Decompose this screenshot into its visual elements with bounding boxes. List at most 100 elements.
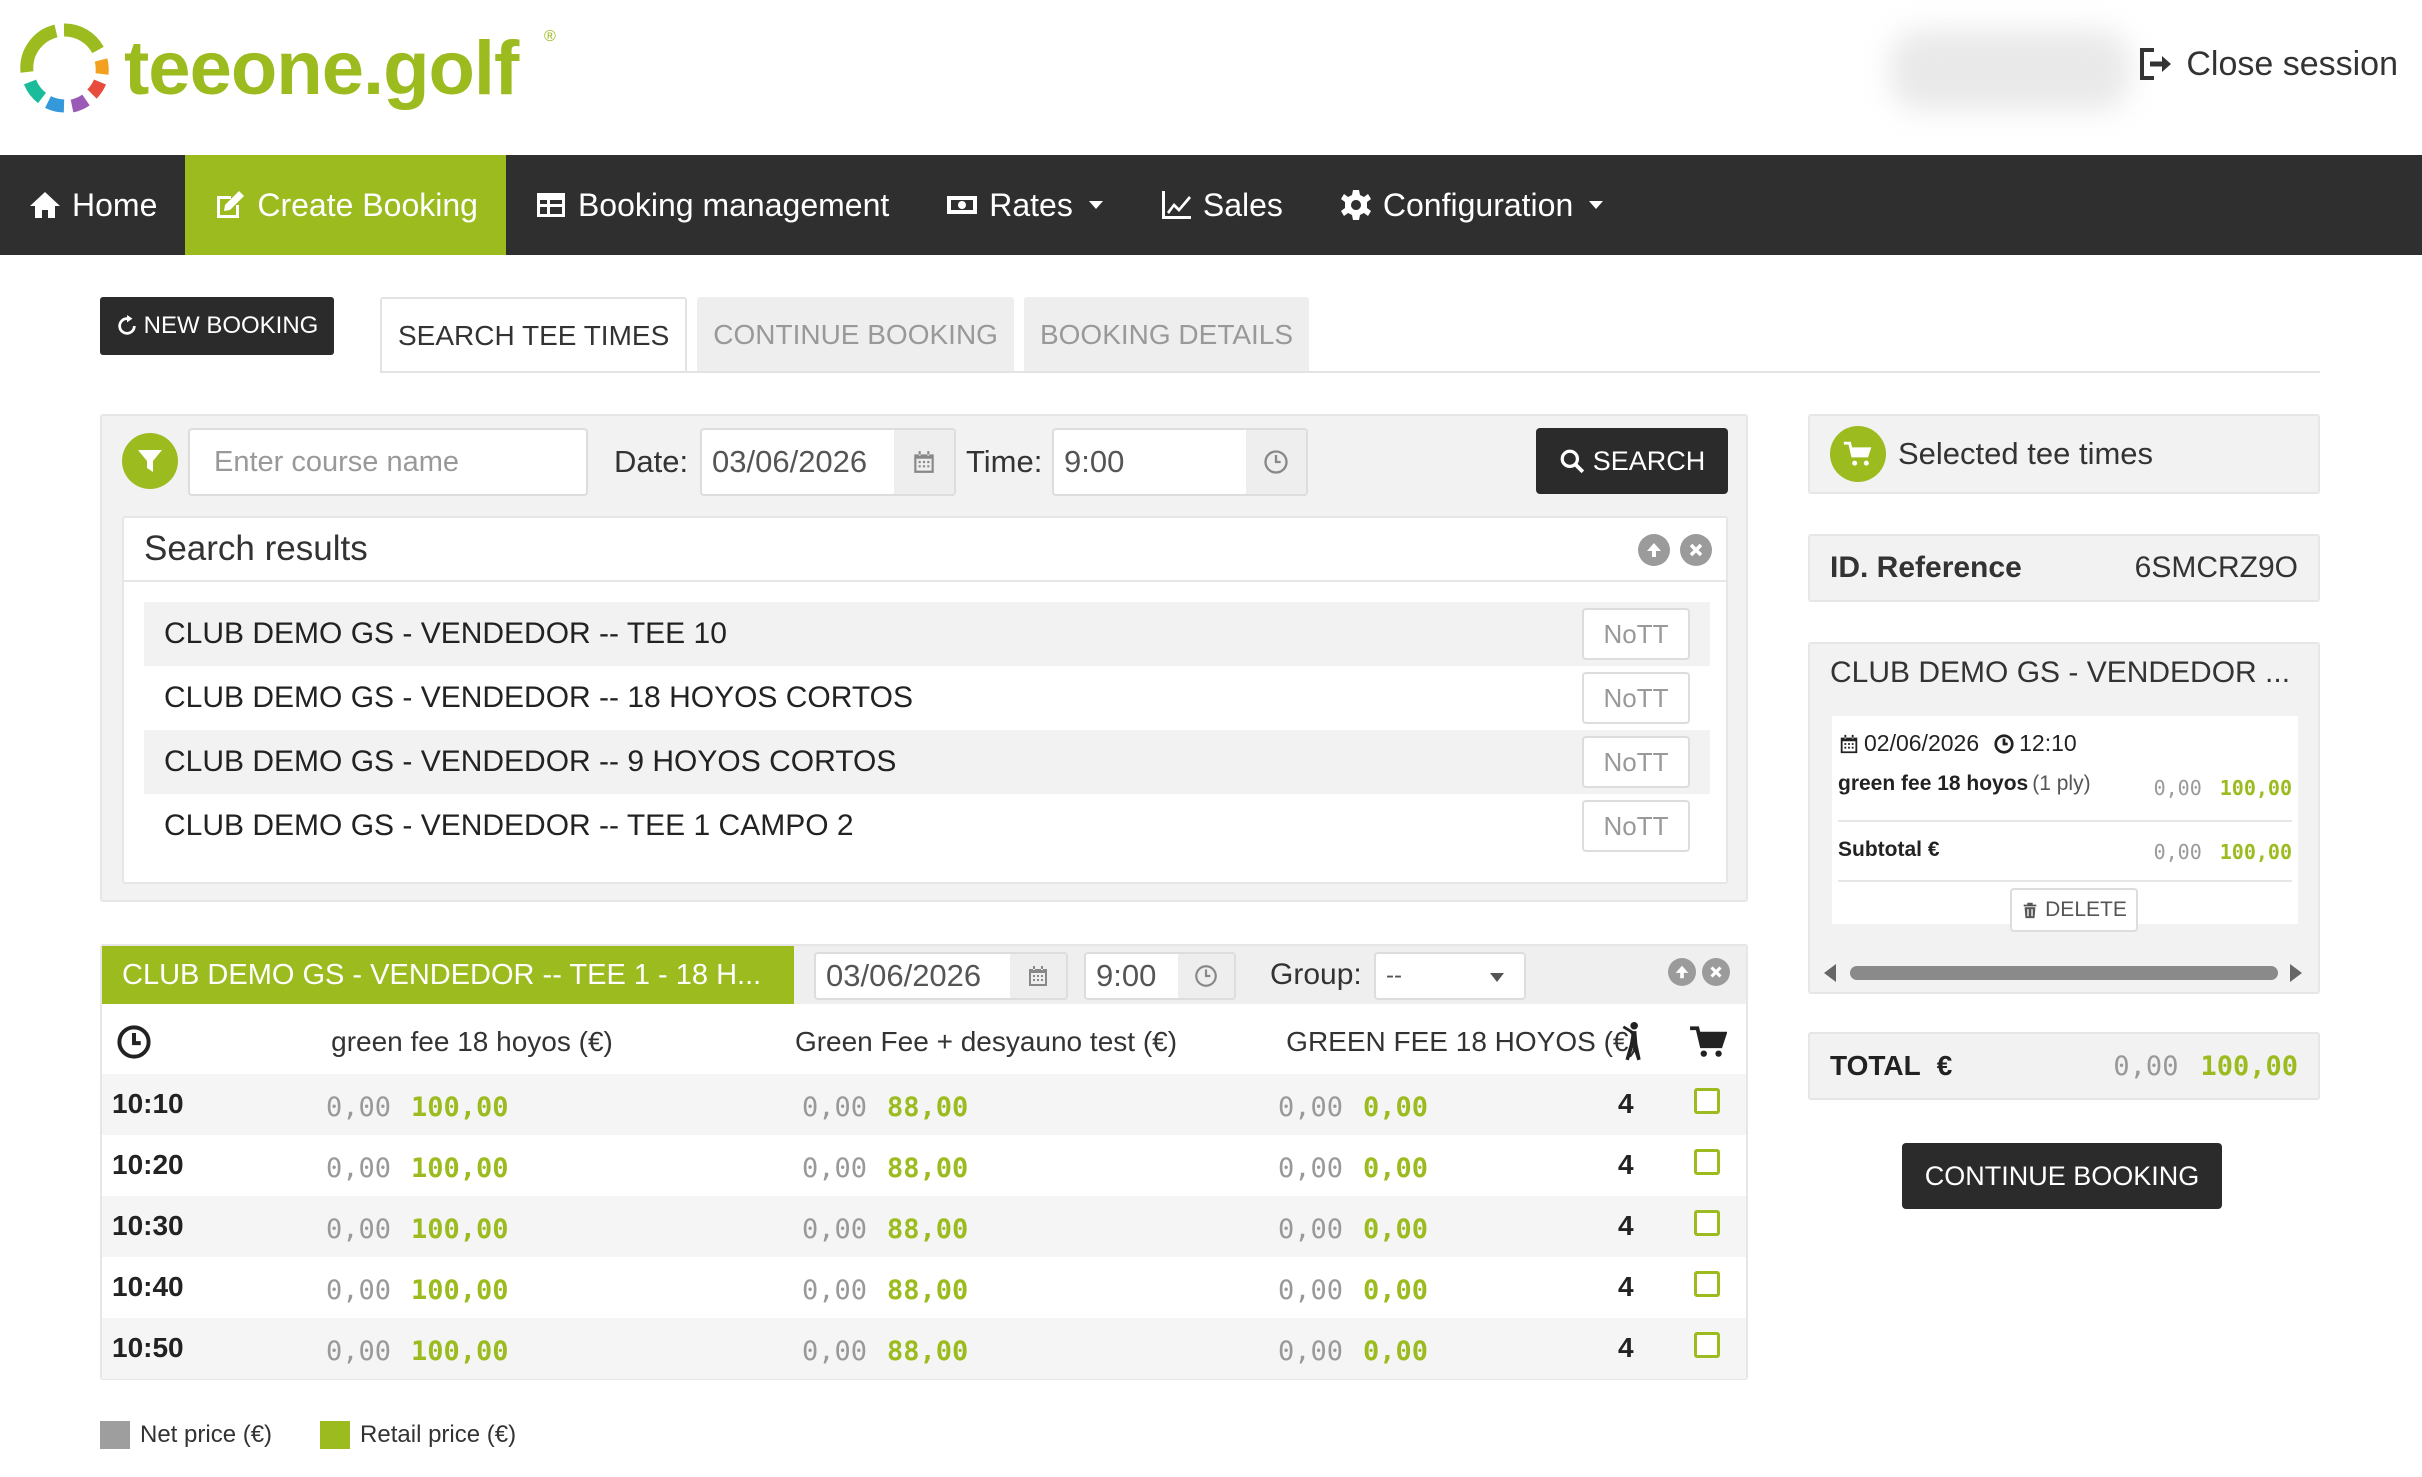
- price-cell[interactable]: 0,00 100,00: [326, 1214, 509, 1245]
- scroll-right-icon[interactable]: [2290, 964, 2302, 982]
- collapse-button[interactable]: [1668, 958, 1696, 986]
- date-picker-button[interactable]: [894, 428, 956, 496]
- continue-booking-button[interactable]: CONTINUE BOOKING: [1902, 1143, 2222, 1209]
- chevron-down-icon: [1490, 973, 1504, 982]
- nav-sales[interactable]: Sales: [1131, 155, 1311, 255]
- result-row[interactable]: CLUB DEMO GS - VENDEDOR -- TEE 1 CAMPO 2…: [144, 794, 1710, 858]
- selected-item-price: 0,00 100,00: [2154, 776, 2292, 800]
- course-name-input[interactable]: Enter course name: [188, 428, 588, 496]
- result-row[interactable]: CLUB DEMO GS - VENDEDOR -- TEE 10 NoTT: [144, 602, 1710, 666]
- price-cell[interactable]: 0,00 88,00: [802, 1336, 968, 1367]
- arrow-up-icon: [1675, 965, 1689, 979]
- selected-tee-times-title: Selected tee times: [1898, 436, 2154, 471]
- cart-icon: [1843, 441, 1872, 466]
- group-select[interactable]: --: [1374, 952, 1526, 1000]
- price-cell[interactable]: 0,00 0,00: [1278, 1336, 1428, 1367]
- retail-price: 0,00: [1363, 1153, 1429, 1184]
- no-tee-times-badge[interactable]: NoTT: [1582, 800, 1690, 852]
- price-cell[interactable]: 0,00 100,00: [326, 1092, 509, 1123]
- scrollbar-thumb[interactable]: [1850, 966, 2278, 980]
- tee-times-course-title[interactable]: CLUB DEMO GS - VENDEDOR -- TEE 1 - 18 H.…: [102, 946, 794, 1004]
- price-cell[interactable]: 0,00 88,00: [802, 1153, 968, 1184]
- no-tee-times-badge[interactable]: NoTT: [1582, 608, 1690, 660]
- net-price: 0,00: [326, 1092, 392, 1123]
- result-row[interactable]: CLUB DEMO GS - VENDEDOR -- 18 HOYOS CORT…: [144, 666, 1710, 730]
- chevron-down-icon: [1088, 201, 1103, 209]
- registered-mark: ®: [544, 28, 556, 45]
- price-cell[interactable]: 0,00 88,00: [802, 1092, 968, 1123]
- tee-date-picker-button[interactable]: [1010, 952, 1068, 1000]
- tee-time-row[interactable]: 10:50 0,00 100,00 0,00 88,00 0,00 0,00 4: [102, 1318, 1746, 1379]
- close-icon: [1689, 543, 1703, 557]
- result-course-name: CLUB DEMO GS - VENDEDOR -- 18 HOYOS CORT…: [164, 681, 914, 714]
- rate-column-header: Green Fee + desyauno test (€): [794, 1026, 1178, 1057]
- tee-date-input[interactable]: 03/06/2026: [814, 952, 1012, 1000]
- select-tee-time-checkbox[interactable]: [1694, 1149, 1720, 1175]
- filter-button[interactable]: [122, 433, 178, 489]
- tee-time: 10:10: [112, 1088, 184, 1119]
- retail-price-swatch: [320, 1421, 351, 1449]
- tee-time-row[interactable]: 10:10 0,00 100,00 0,00 88,00 0,00 0,00 4: [102, 1074, 1746, 1135]
- no-tee-times-badge[interactable]: NoTT: [1582, 736, 1690, 788]
- tee-time-row[interactable]: 10:20 0,00 100,00 0,00 88,00 0,00 0,00 4: [102, 1135, 1746, 1196]
- result-row[interactable]: CLUB DEMO GS - VENDEDOR -- 9 HOYOS CORTO…: [144, 730, 1710, 794]
- close-session-label: Close session: [2186, 44, 2398, 83]
- price-cell[interactable]: 0,00 0,00: [1278, 1153, 1428, 1184]
- nav-home[interactable]: Home: [0, 155, 185, 255]
- edit-icon: [217, 191, 245, 218]
- search-button-label: SEARCH: [1592, 445, 1706, 476]
- retail-price: 100,00: [411, 1153, 509, 1184]
- close-results-button[interactable]: [1680, 534, 1712, 566]
- tee-time-row[interactable]: 10:30 0,00 100,00 0,00 88,00 0,00 0,00 4: [102, 1196, 1746, 1257]
- select-tee-time-checkbox[interactable]: [1694, 1332, 1720, 1358]
- time-picker-button[interactable]: [1246, 428, 1308, 496]
- user-info-blurred: [1890, 30, 2130, 110]
- new-booking-button[interactable]: NEW BOOKING: [100, 297, 334, 355]
- tab-search-tee-times[interactable]: SEARCH TEE TIMES: [380, 297, 688, 372]
- tee-time-row[interactable]: 10:40 0,00 100,00 0,00 88,00 0,00 0,00 4: [102, 1257, 1746, 1318]
- close-session-link[interactable]: Close session: [2136, 44, 2398, 84]
- select-tee-time-checkbox[interactable]: [1694, 1088, 1720, 1114]
- close-icon: [1710, 966, 1722, 978]
- price-cell[interactable]: 0,00 0,00: [1278, 1092, 1428, 1123]
- booking-tabs: SEARCH TEE TIMES CONTINUE BOOKING BOOKIN…: [380, 297, 1310, 372]
- horizontal-scrollbar[interactable]: [1820, 962, 2306, 982]
- teeone-logo[interactable]: teeone.golf ®: [18, 22, 556, 114]
- selected-date: 02/06/2026: [1864, 730, 1980, 756]
- retail-price-legend-label: Retail price (€): [360, 1421, 517, 1448]
- nav-booking-management[interactable]: Booking management: [506, 155, 917, 255]
- select-tee-time-checkbox[interactable]: [1694, 1210, 1720, 1236]
- tab-booking-details[interactable]: BOOKING DETAILS: [1023, 297, 1310, 372]
- selected-date-time: 02/06/2026 12:10: [1838, 730, 2077, 757]
- time-column-header: [114, 1010, 154, 1074]
- nav-create-booking[interactable]: Create Booking: [185, 155, 506, 255]
- no-tee-times-badge[interactable]: NoTT: [1582, 672, 1690, 724]
- scroll-left-icon[interactable]: [1824, 964, 1836, 982]
- tee-time-input[interactable]: 9:00: [1084, 952, 1180, 1000]
- price-cell[interactable]: 0,00 0,00: [1278, 1214, 1428, 1245]
- selected-booking-card: CLUB DEMO GS - VENDEDOR ... 02/06/2026 1…: [1808, 642, 2320, 994]
- nav-rates[interactable]: Rates: [917, 155, 1131, 255]
- cart-button[interactable]: [1830, 426, 1886, 482]
- price-cell[interactable]: 0,00 88,00: [802, 1275, 968, 1306]
- select-tee-time-checkbox[interactable]: [1694, 1271, 1720, 1297]
- price-cell[interactable]: 0,00 88,00: [802, 1214, 968, 1245]
- nav-configuration[interactable]: Configuration: [1311, 155, 1631, 255]
- delete-button[interactable]: DELETE: [2010, 888, 2138, 932]
- retail-price: 100,00: [2219, 776, 2292, 800]
- search-button[interactable]: SEARCH: [1536, 428, 1728, 494]
- nav-label: Configuration: [1382, 186, 1574, 223]
- price-cell[interactable]: 0,00 100,00: [326, 1336, 509, 1367]
- tee-time-picker-button[interactable]: [1178, 952, 1236, 1000]
- date-input[interactable]: 03/06/2026: [700, 428, 896, 496]
- collapse-button[interactable]: [1638, 534, 1670, 566]
- close-panel-button[interactable]: [1702, 958, 1730, 986]
- refresh-icon: [117, 315, 136, 335]
- price-cell[interactable]: 0,00 0,00: [1278, 1275, 1428, 1306]
- retail-price: 88,00: [887, 1275, 969, 1306]
- net-price: 0,00: [1278, 1275, 1344, 1306]
- time-input[interactable]: 9:00: [1052, 428, 1248, 496]
- price-cell[interactable]: 0,00 100,00: [326, 1275, 509, 1306]
- tab-continue-booking[interactable]: CONTINUE BOOKING: [697, 297, 1014, 372]
- price-cell[interactable]: 0,00 100,00: [326, 1153, 509, 1184]
